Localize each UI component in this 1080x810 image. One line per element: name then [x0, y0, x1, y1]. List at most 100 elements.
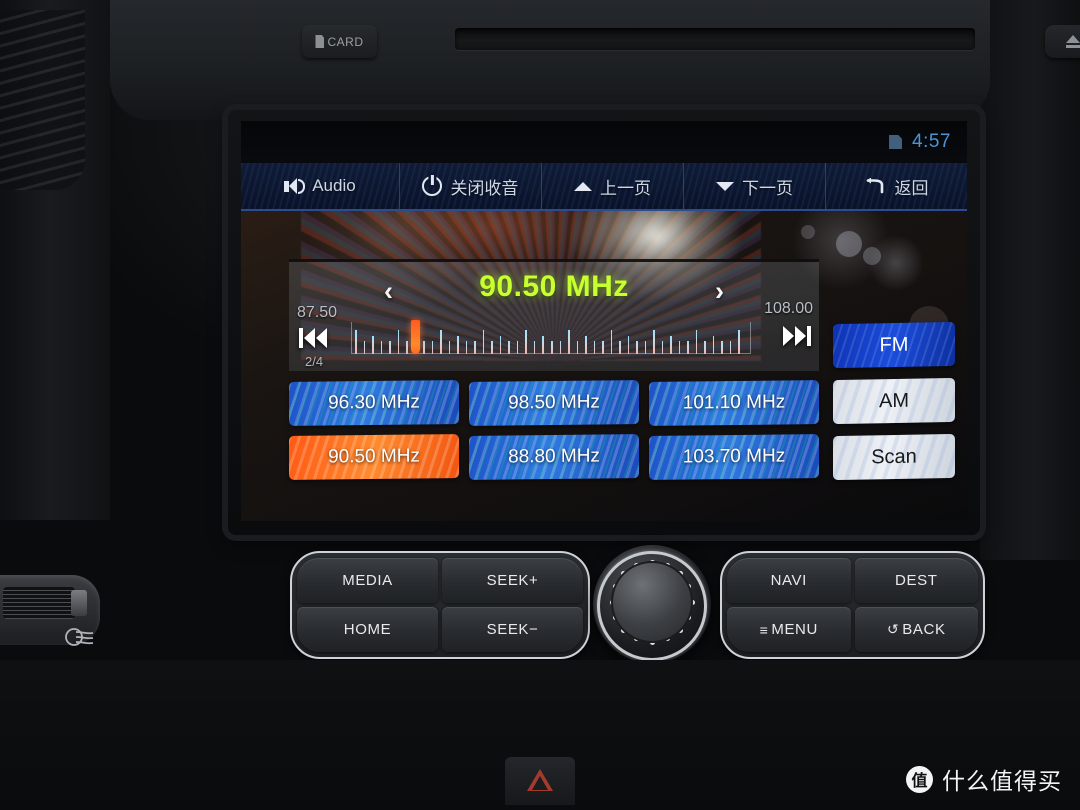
- button-seek-up[interactable]: SEEK+: [442, 558, 583, 603]
- button-back[interactable]: ↺ BACK: [854, 607, 978, 652]
- preset-row: 96.30 MHz 98.50 MHz 101.10 MHz: [289, 380, 819, 426]
- tune-up-arrow[interactable]: ›: [715, 276, 724, 307]
- nav-label-back: 返回: [894, 178, 929, 198]
- tuning-tick: [491, 341, 493, 354]
- airflow-icon: [65, 628, 94, 646]
- vent-slats: [0, 10, 85, 190]
- watermark: 值 什么值得买: [906, 762, 1062, 796]
- button-seek-down[interactable]: SEEK−: [442, 607, 583, 652]
- preset-row: 90.50 MHz 88.80 MHz 103.70 MHz: [289, 434, 819, 480]
- band-label: Scan: [871, 445, 917, 468]
- tuning-tick: [457, 336, 459, 354]
- band-button-scan[interactable]: Scan: [833, 433, 955, 481]
- tuning-tick: [363, 341, 366, 354]
- button-navi-label: NAVI: [770, 572, 807, 589]
- clock: 4:57: [912, 131, 951, 152]
- watermark-text: 什么值得买: [942, 768, 1062, 794]
- button-menu[interactable]: ≡ MENU: [727, 607, 851, 652]
- eject-button[interactable]: [1045, 25, 1080, 58]
- tuning-tick: [423, 341, 425, 354]
- band-min-label: 87.50: [297, 304, 338, 321]
- tuning-tick: [610, 330, 613, 354]
- nav-item-radio-off[interactable]: 关闭收音: [400, 163, 542, 209]
- tuning-tick: [729, 341, 732, 354]
- preset-button[interactable]: 101.10 MHz: [649, 380, 819, 426]
- tuning-tick: [372, 336, 374, 354]
- card-slot-button[interactable]: CARD: [302, 25, 377, 58]
- tuning-tick: [670, 336, 672, 354]
- tune-down-arrow[interactable]: ‹: [384, 276, 393, 307]
- preset-button[interactable]: 103.70 MHz: [649, 434, 819, 480]
- menu-lines-icon: ≡: [759, 621, 769, 638]
- preset-page-indicator: 2/4: [305, 354, 324, 369]
- tuning-tick: [695, 330, 698, 354]
- bokeh-dot: [836, 231, 862, 257]
- tuning-tick: [380, 341, 383, 354]
- nav-item-page-down[interactable]: 下一页: [684, 163, 826, 209]
- preset-button[interactable]: 90.50 MHz: [289, 434, 459, 480]
- nav-item-page-up[interactable]: 上一页: [542, 163, 684, 209]
- tuning-tick: [542, 336, 544, 354]
- band-button-fm[interactable]: FM: [833, 321, 955, 369]
- sd-card-status-icon: [889, 135, 903, 149]
- tuning-tick: [636, 341, 638, 354]
- rotary-knob[interactable]: [585, 541, 720, 671]
- preset-button[interactable]: 98.50 MHz: [469, 380, 639, 426]
- left-air-vent: [0, 0, 110, 520]
- button-seek-up-label: SEEK+: [486, 572, 539, 589]
- nav-item-audio[interactable]: Audio: [241, 163, 400, 209]
- tuning-tick: [644, 341, 647, 354]
- skip-previous-icon[interactable]: [299, 328, 327, 348]
- preset-label: 103.70 MHz: [682, 445, 786, 468]
- button-seek-down-label: SEEK−: [486, 621, 539, 638]
- button-home[interactable]: HOME: [297, 607, 438, 652]
- preset-button-grid: 96.30 MHz 98.50 MHz 101.10 MHz 90.50 MHz 88.…: [289, 380, 819, 489]
- band-button-am[interactable]: AM: [833, 377, 955, 425]
- car-dashboard: CARD 4:57 Audio 关闭收音 上一页 下一页 返回 90.50 MH…: [0, 0, 1080, 810]
- band-label: AM: [879, 389, 909, 412]
- tuning-tick: [525, 330, 527, 354]
- tuning-tick: [559, 341, 562, 354]
- tuning-tick: [738, 330, 740, 354]
- disc-slot: [455, 28, 975, 50]
- skip-next-icon[interactable]: [783, 326, 811, 346]
- tuning-tick: [389, 341, 391, 354]
- tuning-tick: [482, 330, 485, 354]
- bokeh-dot: [863, 247, 881, 265]
- knob-top-surface[interactable]: [611, 561, 693, 643]
- back-arrow-icon: [864, 178, 886, 194]
- tuning-tick: [602, 341, 604, 354]
- left-button-cluster: MEDIA SEEK+ HOME SEEK−: [290, 551, 590, 659]
- right-air-vent: [980, 0, 1080, 560]
- vent-mesh: [3, 587, 75, 619]
- button-media-label: MEDIA: [342, 572, 393, 589]
- preset-button[interactable]: 96.30 MHz: [289, 380, 459, 426]
- button-dest[interactable]: DEST: [854, 558, 978, 603]
- infotainment-screen[interactable]: 4:57 Audio 关闭收音 上一页 下一页 返回 90.50 MHz ‹ ›…: [241, 121, 967, 521]
- button-navi[interactable]: NAVI: [727, 558, 851, 603]
- chevron-down-icon: [715, 181, 734, 191]
- preset-label: 101.10 MHz: [682, 391, 786, 414]
- tuning-tick: [397, 330, 400, 354]
- tuning-tick: [533, 341, 536, 354]
- status-bar: 4:57: [241, 121, 967, 163]
- vent-thumb-tab[interactable]: [71, 590, 87, 616]
- preset-label: 88.80 MHz: [508, 445, 600, 468]
- button-dest-label: DEST: [895, 572, 938, 589]
- button-media[interactable]: MEDIA: [297, 558, 438, 603]
- nav-item-back[interactable]: 返回: [826, 163, 967, 209]
- tuning-tick: [712, 336, 715, 354]
- tuning-tick: [499, 336, 502, 354]
- tuning-tick: [661, 341, 664, 354]
- preset-button[interactable]: 88.80 MHz: [469, 434, 639, 480]
- tuning-tick: [619, 341, 621, 354]
- tuning-tick: [431, 341, 434, 354]
- nav-label-page-up: 上一页: [599, 178, 651, 198]
- tuning-tick: [687, 341, 689, 354]
- power-icon: [422, 176, 443, 196]
- hazard-light-button[interactable]: [505, 757, 575, 805]
- band-button-group: FM AM Scan: [833, 321, 955, 491]
- tuning-tick: [465, 341, 468, 354]
- tuning-tick: [678, 341, 681, 354]
- tuning-scale[interactable]: [351, 320, 751, 354]
